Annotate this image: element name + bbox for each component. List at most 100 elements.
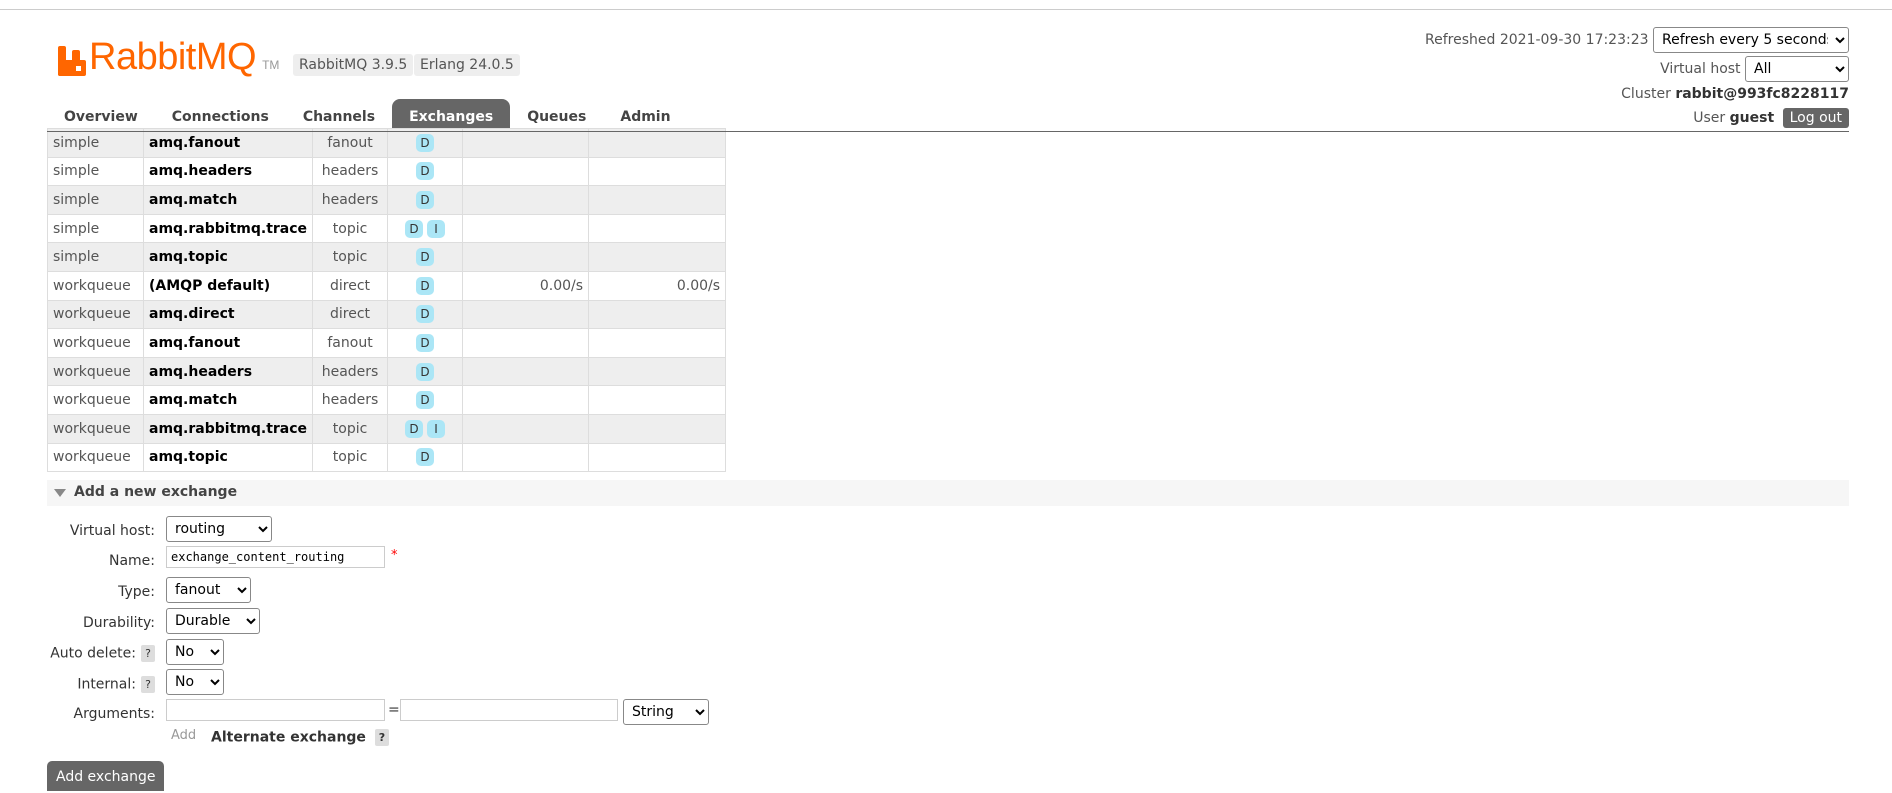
exchange-name-link[interactable]: amq.rabbitmq.trace — [142, 213, 314, 244]
argument-value-input[interactable] — [400, 699, 618, 721]
table-row: simple amq.topic topic D — [47, 242, 727, 272]
refreshed-label: Refreshed — [1425, 32, 1496, 48]
alternate-exchange-link[interactable]: Alternate exchange? — [211, 729, 389, 746]
internal-badge: I — [427, 419, 446, 438]
message-rate-out-cell — [588, 356, 727, 387]
exchange-name-link[interactable]: amq.rabbitmq.trace — [142, 413, 314, 444]
rabbit-logo-icon — [58, 46, 86, 76]
exchange-name-link[interactable]: (AMQP default) — [142, 270, 314, 301]
exchange-name-link[interactable]: amq.match — [142, 185, 314, 215]
exchange-vhost-cell: simple — [47, 185, 144, 215]
collapse-triangle-icon — [54, 489, 66, 497]
exchange-name-link[interactable]: amq.fanout — [142, 328, 314, 358]
exchange-type-cell: headers — [312, 385, 389, 415]
rabbitmq-version-badge: RabbitMQ 3.9.5 — [293, 54, 414, 76]
cluster-label: Cluster — [1621, 86, 1671, 102]
exchange-vhost-cell: workqueue — [47, 328, 144, 358]
exchange-features-cell: D — [387, 185, 464, 215]
message-rate-in-cell — [462, 442, 590, 473]
message-rate-in-cell — [462, 385, 590, 415]
table-row: simple amq.headers headers D — [47, 156, 727, 187]
add-exchange-button[interactable]: Add exchange — [47, 761, 165, 791]
vhost-select[interactable]: All — [1745, 56, 1849, 82]
exchange-vhost-cell: simple — [47, 156, 144, 187]
exchange-name-link[interactable]: amq.direct — [142, 299, 314, 330]
argument-equals: = — [388, 702, 400, 718]
exchange-name-link[interactable]: amq.topic — [142, 242, 314, 272]
message-rate-out-cell — [588, 299, 727, 330]
exchange-name-link[interactable]: amq.fanout — [142, 128, 314, 158]
user-name: guest — [1729, 110, 1775, 126]
add-argument-link[interactable]: Add — [171, 728, 196, 743]
exchange-name-link[interactable]: amq.match — [142, 385, 314, 415]
auto-delete-select[interactable]: No — [166, 639, 224, 665]
table-row: workqueue amq.topic topic D — [47, 442, 727, 473]
logout-button[interactable]: Log out — [1782, 108, 1849, 128]
message-rate-out-cell — [588, 328, 727, 358]
rabbitmq-logo[interactable]: RabbitMQ TM — [58, 36, 279, 76]
cluster-name: rabbit@993fc8228117 — [1675, 86, 1849, 102]
exchange-vhost-cell: workqueue — [47, 413, 144, 444]
exchange-features-cell: DI — [387, 213, 464, 244]
durability-field-label: Durability: — [82, 615, 155, 631]
durable-badge: D — [416, 133, 435, 152]
refreshed-time: 2021-09-30 17:23:23 — [1499, 32, 1649, 48]
message-rate-in-cell: 0.00/s — [462, 270, 590, 301]
durable-badge: D — [416, 162, 435, 181]
durable-badge: D — [405, 219, 424, 238]
vhost-label: Virtual host — [1660, 61, 1741, 77]
user-label: User — [1693, 110, 1726, 126]
add-exchange-section-header[interactable]: Add a new exchange — [47, 480, 1849, 506]
table-row: workqueue (AMQP default) direct D 0.00/s 0.00… — [47, 270, 727, 301]
exchange-features-cell: D — [387, 242, 464, 272]
top-border — [0, 9, 1892, 10]
internal-badge: I — [427, 219, 446, 238]
exchange-type-select[interactable]: fanout — [166, 577, 251, 603]
durability-select[interactable]: Durable — [166, 608, 260, 634]
internal-select[interactable]: No — [166, 669, 224, 695]
refresh-interval-select[interactable]: Refresh every 5 seconds — [1653, 27, 1849, 53]
table-row: workqueue amq.fanout fanout D — [47, 328, 727, 358]
table-row: workqueue amq.match headers D — [47, 385, 727, 415]
exchange-name-link[interactable]: amq.headers — [142, 356, 314, 387]
exchange-features-cell: D — [387, 385, 464, 415]
exchange-features-cell: D — [387, 270, 464, 301]
message-rate-in-cell — [462, 328, 590, 358]
exchange-features-cell: D — [387, 356, 464, 387]
exchange-features-cell: D — [387, 128, 464, 158]
durable-badge: D — [416, 391, 435, 410]
logo-text: RabbitMQ — [89, 36, 257, 78]
message-rate-out-cell — [588, 242, 727, 272]
message-rate-in-cell — [462, 185, 590, 215]
durable-badge: D — [416, 305, 435, 324]
exchange-type-cell: headers — [312, 356, 389, 387]
message-rate-out-cell — [588, 442, 727, 473]
message-rate-in-cell — [462, 242, 590, 272]
exchange-type-cell: headers — [312, 156, 389, 187]
exchange-type-cell: topic — [312, 213, 389, 244]
exchange-name-link[interactable]: amq.headers — [142, 156, 314, 187]
auto-delete-help-icon[interactable]: ? — [141, 645, 155, 662]
exchange-name-link[interactable]: amq.topic — [142, 442, 314, 473]
erlang-version-badge: Erlang 24.0.5 — [414, 54, 520, 76]
message-rate-in-cell — [462, 156, 590, 187]
nav-underline — [47, 131, 1849, 132]
message-rate-in-cell — [462, 356, 590, 387]
exchange-type-cell: topic — [312, 442, 389, 473]
argument-key-input[interactable] — [166, 699, 385, 721]
exchange-features-cell: D — [387, 156, 464, 187]
exchange-type-cell: topic — [312, 413, 389, 444]
exchange-vhost-cell: workqueue — [47, 442, 144, 473]
vhost-filter: Virtual host All — [1660, 56, 1849, 82]
message-rate-out-cell — [588, 413, 727, 444]
alternate-exchange-help-icon[interactable]: ? — [374, 729, 389, 746]
table-row: simple amq.fanout fanout D — [47, 128, 727, 158]
table-row: workqueue amq.direct direct D — [47, 299, 727, 330]
add-vhost-select[interactable]: routing — [166, 516, 272, 542]
argument-type-select[interactable]: String — [623, 699, 709, 725]
exchange-name-input[interactable] — [166, 546, 385, 568]
internal-help-icon[interactable]: ? — [141, 676, 155, 693]
exchange-vhost-cell: simple — [47, 242, 144, 272]
exchange-type-cell: fanout — [312, 328, 389, 358]
table-row: workqueue amq.rabbitmq.trace topic D I — [47, 413, 727, 444]
